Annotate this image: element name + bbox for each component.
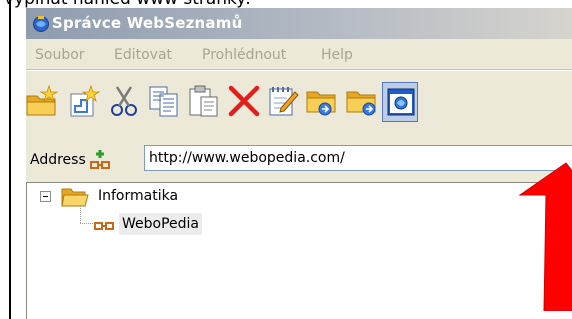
forward-folder-button[interactable]: [344, 82, 380, 122]
cut-button[interactable]: [106, 82, 142, 122]
window-title: Správce WebSeznamů: [52, 14, 243, 32]
collapse-toggle-icon[interactable]: [40, 191, 51, 202]
scissors-icon: [111, 86, 137, 116]
new-link-button[interactable]: [66, 82, 102, 122]
annotation-arrow-icon: [518, 162, 572, 311]
tree-connector: [80, 206, 81, 223]
app-icon: [32, 15, 50, 37]
preview-toggle-button[interactable]: [382, 82, 418, 122]
add-link-icon[interactable]: [89, 149, 111, 175]
divider: [26, 70, 572, 71]
tree-connector: [80, 223, 95, 224]
border-line: [9, 0, 11, 319]
paste-icon: [189, 85, 218, 117]
paste-button[interactable]: [186, 82, 222, 122]
web-preview-icon: [387, 88, 415, 116]
tree-item-label[interactable]: WeboPedia: [119, 213, 202, 235]
folder-forward-icon: [346, 91, 376, 116]
tree-folder-label[interactable]: Informatika: [98, 188, 178, 204]
menu-editovat[interactable]: Editovat: [114, 47, 172, 63]
folder-go-icon: [306, 91, 336, 116]
app-window: Správce WebSeznamů Soubor Editovat Prohl…: [26, 8, 572, 319]
new-link-star-icon: [70, 84, 101, 117]
new-folder-button[interactable]: [26, 82, 60, 122]
delete-button[interactable]: [226, 82, 262, 122]
new-folder-star-icon: [26, 84, 59, 116]
address-label: Address: [30, 152, 86, 168]
edit-button[interactable]: [266, 82, 302, 122]
delete-x-icon: [228, 85, 260, 117]
menu-prohlednout[interactable]: Prohlédnout: [202, 47, 286, 63]
copy-button[interactable]: [146, 82, 182, 122]
folder-icon: [61, 186, 89, 212]
link-icon: [94, 217, 114, 236]
menu-soubor[interactable]: Soubor: [35, 47, 85, 63]
copy-icon: [149, 86, 178, 117]
edit-notepad-icon: [269, 87, 299, 116]
title-bar[interactable]: Správce WebSeznamů: [26, 8, 572, 39]
menu-help[interactable]: Help: [321, 47, 353, 63]
bookmark-tree: Informatika WeboPedia: [26, 182, 572, 319]
menu-bar: Soubor Editovat Prohlédnout Help: [26, 41, 572, 67]
toolbar: [26, 72, 572, 138]
open-folder-button[interactable]: [304, 82, 340, 122]
address-bar: Address http://www.webopedia.com/: [26, 142, 572, 176]
